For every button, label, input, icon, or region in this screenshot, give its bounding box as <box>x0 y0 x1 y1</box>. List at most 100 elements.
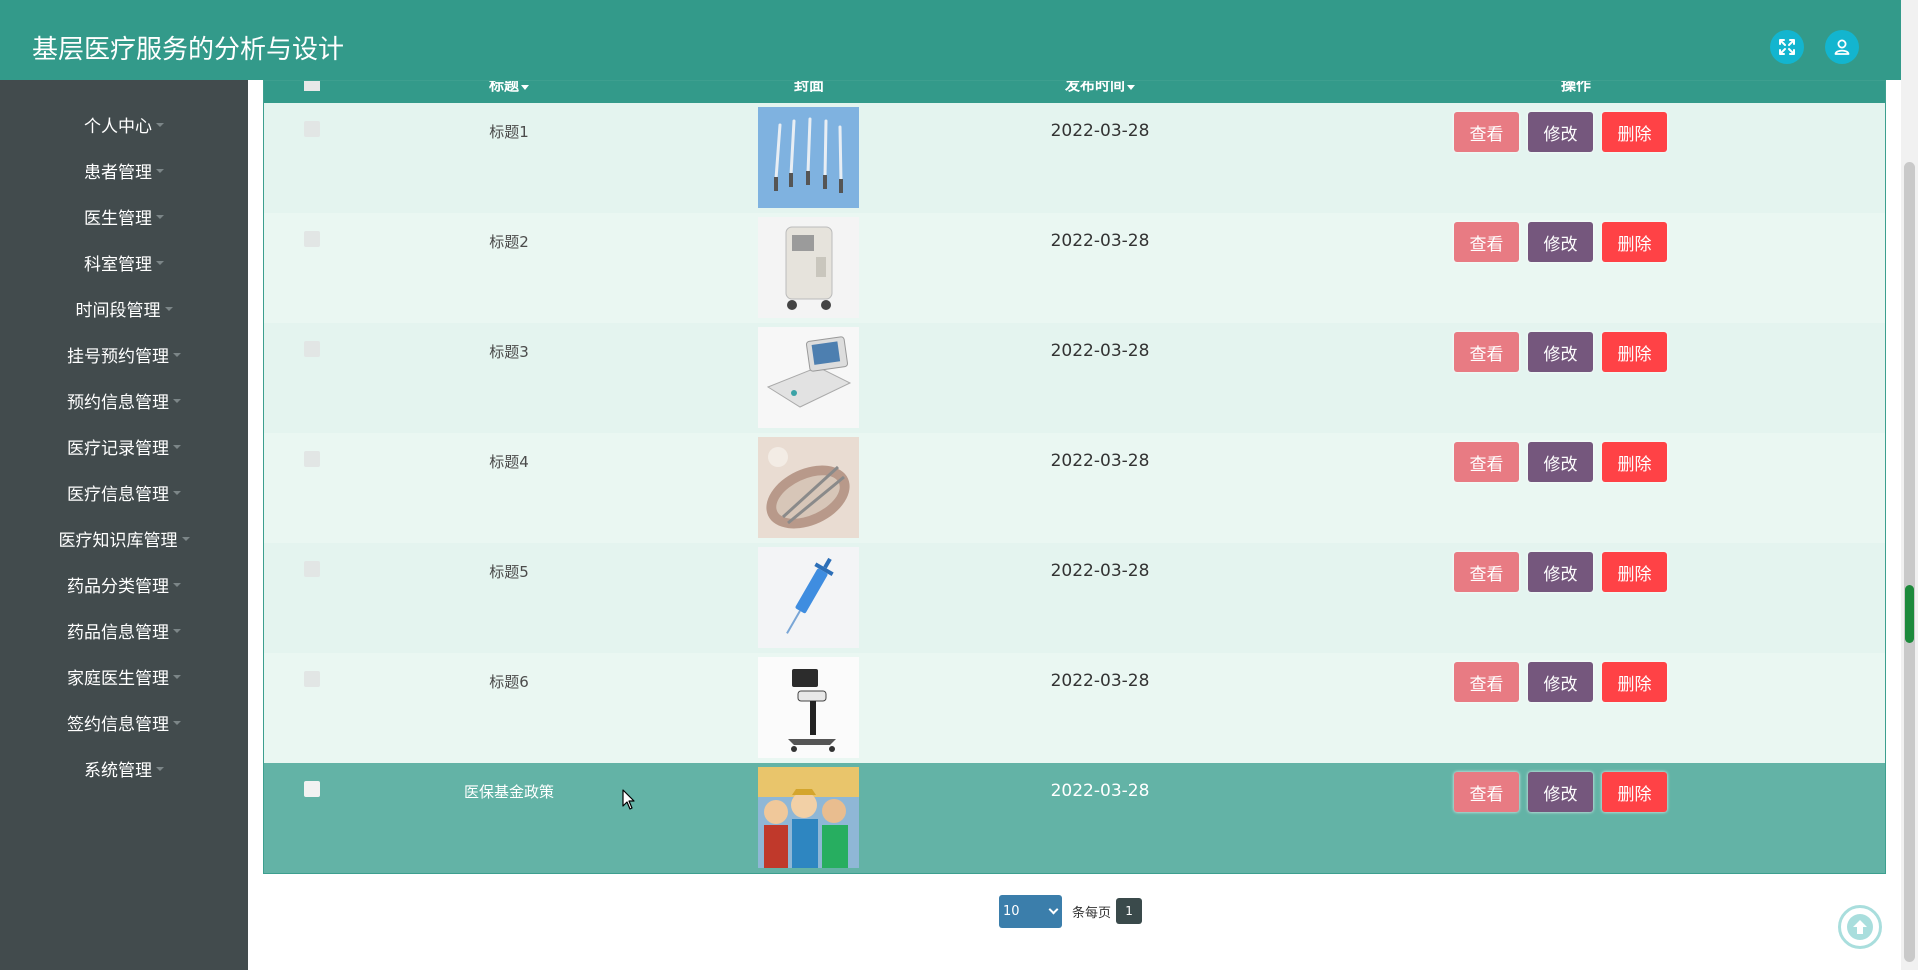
app-title: 基层医疗服务的分析与设计 <box>32 35 345 65</box>
select-all-checkbox[interactable] <box>304 81 320 91</box>
caret-down-icon <box>156 261 164 265</box>
view-button[interactable]: 查看 <box>1454 552 1519 592</box>
row-cover-image <box>758 107 859 208</box>
fullscreen-icon <box>1779 39 1795 55</box>
edit-button[interactable]: 修改 <box>1528 332 1593 372</box>
sidebar-item-label: 科室管理 <box>84 254 152 275</box>
sidebar-item-label: 患者管理 <box>84 162 152 183</box>
caret-down-icon <box>156 169 164 173</box>
delete-button[interactable]: 删除 <box>1602 772 1667 812</box>
row-title: 标题3 <box>489 343 529 361</box>
view-button[interactable]: 查看 <box>1454 772 1519 812</box>
row-checkbox[interactable] <box>304 121 320 137</box>
sidebar-item-drug-info[interactable]: 药品信息管理 <box>0 607 248 653</box>
row-date: 2022-03-28 <box>1050 341 1150 361</box>
arrow-up-icon <box>1847 914 1873 940</box>
sidebar-item-label: 系统管理 <box>84 760 152 781</box>
sidebar-item-doctors[interactable]: 医生管理 <box>0 193 248 239</box>
edit-button[interactable]: 修改 <box>1528 662 1593 702</box>
edit-button[interactable]: 修改 <box>1528 772 1593 812</box>
table-header: 标题 封面 发布时间 操作 <box>264 81 1885 103</box>
view-button[interactable]: 查看 <box>1454 662 1519 702</box>
column-header-cover: 封面 <box>794 81 824 95</box>
delete-button[interactable]: 删除 <box>1602 662 1667 702</box>
row-checkbox[interactable] <box>304 671 320 687</box>
column-header-publish-time[interactable]: 发布时间 <box>1065 81 1136 95</box>
row-checkbox[interactable] <box>304 561 320 577</box>
back-to-top-button[interactable] <box>1838 905 1882 949</box>
mouse-cursor-icon <box>622 789 635 810</box>
view-button[interactable]: 查看 <box>1454 332 1519 372</box>
sidebar-item-label: 医疗知识库管理 <box>58 530 178 551</box>
row-checkbox[interactable] <box>304 341 320 357</box>
sidebar-item-label: 签约信息管理 <box>67 714 169 735</box>
sidebar-item-patients[interactable]: 患者管理 <box>0 147 248 193</box>
row-date: 2022-03-28 <box>1050 121 1150 141</box>
delete-button[interactable]: 删除 <box>1602 552 1667 592</box>
caret-down-icon <box>156 123 164 127</box>
view-button[interactable]: 查看 <box>1454 222 1519 262</box>
sidebar-item-contracts[interactable]: 签约信息管理 <box>0 699 248 745</box>
news-table: 标题 封面 发布时间 操作 标题1 2022-03-28 查看 修改 删除 标题… <box>263 80 1886 874</box>
caret-down-icon <box>181 537 190 541</box>
sidebar-item-knowledge-base[interactable]: 医疗知识库管理 <box>0 515 248 561</box>
column-header-label: 封面 <box>793 81 825 94</box>
delete-button[interactable]: 删除 <box>1602 332 1667 372</box>
row-checkbox[interactable] <box>304 781 320 797</box>
row-cover-image <box>758 327 859 428</box>
user-icon <box>1834 39 1850 55</box>
user-button[interactable] <box>1825 30 1859 64</box>
column-header-label: 操作 <box>1560 81 1592 94</box>
row-cover-image <box>758 217 859 318</box>
row-checkbox[interactable] <box>304 231 320 247</box>
pagination: 10 条每页 1 <box>999 894 1143 928</box>
sidebar-item-system[interactable]: 系统管理 <box>0 745 248 791</box>
sidebar-item-departments[interactable]: 科室管理 <box>0 239 248 285</box>
table-row[interactable]: 标题5 2022-03-28 查看 修改 删除 <box>264 543 1885 653</box>
table-row[interactable]: 标题2 2022-03-28 查看 修改 删除 <box>264 213 1885 323</box>
sidebar-item-label: 时间段管理 <box>75 300 161 321</box>
sidebar-item-drug-categories[interactable]: 药品分类管理 <box>0 561 248 607</box>
row-title: 标题2 <box>489 233 529 251</box>
delete-button[interactable]: 删除 <box>1602 222 1667 262</box>
row-cover-image <box>758 767 859 868</box>
sidebar-item-time-slots[interactable]: 时间段管理 <box>0 285 248 331</box>
page-number-current[interactable]: 1 <box>1116 898 1143 924</box>
view-button[interactable]: 查看 <box>1454 112 1519 152</box>
edit-button[interactable]: 修改 <box>1528 222 1593 262</box>
edit-button[interactable]: 修改 <box>1528 112 1593 152</box>
sidebar-item-medical-records[interactable]: 医疗记录管理 <box>0 423 248 469</box>
row-date: 2022-03-28 <box>1050 781 1150 801</box>
table-row[interactable]: 标题3 2022-03-28 查看 修改 删除 <box>264 323 1885 433</box>
sort-icon <box>521 85 530 90</box>
column-header-title[interactable]: 标题 <box>489 81 530 95</box>
sidebar-item-family-doctors[interactable]: 家庭医生管理 <box>0 653 248 699</box>
table-row[interactable]: 标题4 2022-03-28 查看 修改 删除 <box>264 433 1885 543</box>
table-row[interactable]: 医保基金政策 2022-03-28 查看 修改 删除 <box>264 763 1885 873</box>
fullscreen-button[interactable] <box>1770 30 1804 64</box>
sidebar-item-appointments[interactable]: 预约信息管理 <box>0 377 248 423</box>
row-date: 2022-03-28 <box>1050 231 1150 251</box>
sidebar-item-label: 家庭医生管理 <box>67 668 169 689</box>
sidebar: 个人中心 患者管理 医生管理 科室管理 时间段管理 挂号预约管理 预约信息管理 … <box>0 80 248 970</box>
chevron-down-icon <box>1048 904 1059 914</box>
row-title: 标题1 <box>489 123 529 141</box>
sidebar-item-registration[interactable]: 挂号预约管理 <box>0 331 248 377</box>
page-size-select[interactable]: 10 <box>999 894 1062 928</box>
sidebar-item-label: 预约信息管理 <box>67 392 169 413</box>
row-date: 2022-03-28 <box>1050 561 1150 581</box>
scrollbar-thumb[interactable] <box>1904 162 1915 962</box>
edit-button[interactable]: 修改 <box>1528 442 1593 482</box>
sidebar-item-medical-info[interactable]: 医疗信息管理 <box>0 469 248 515</box>
delete-button[interactable]: 删除 <box>1602 442 1667 482</box>
view-button[interactable]: 查看 <box>1454 442 1519 482</box>
sort-icon <box>1127 85 1136 90</box>
edit-button[interactable]: 修改 <box>1528 552 1593 592</box>
table-row[interactable]: 标题1 2022-03-28 查看 修改 删除 <box>264 103 1885 213</box>
table-row[interactable]: 标题6 2022-03-28 查看 修改 删除 <box>264 653 1885 763</box>
delete-button[interactable]: 删除 <box>1602 112 1667 152</box>
scroll-position-marker <box>1905 585 1914 643</box>
sidebar-item-personal-center[interactable]: 个人中心 <box>0 101 248 147</box>
caret-down-icon <box>173 353 181 357</box>
row-checkbox[interactable] <box>304 451 320 467</box>
